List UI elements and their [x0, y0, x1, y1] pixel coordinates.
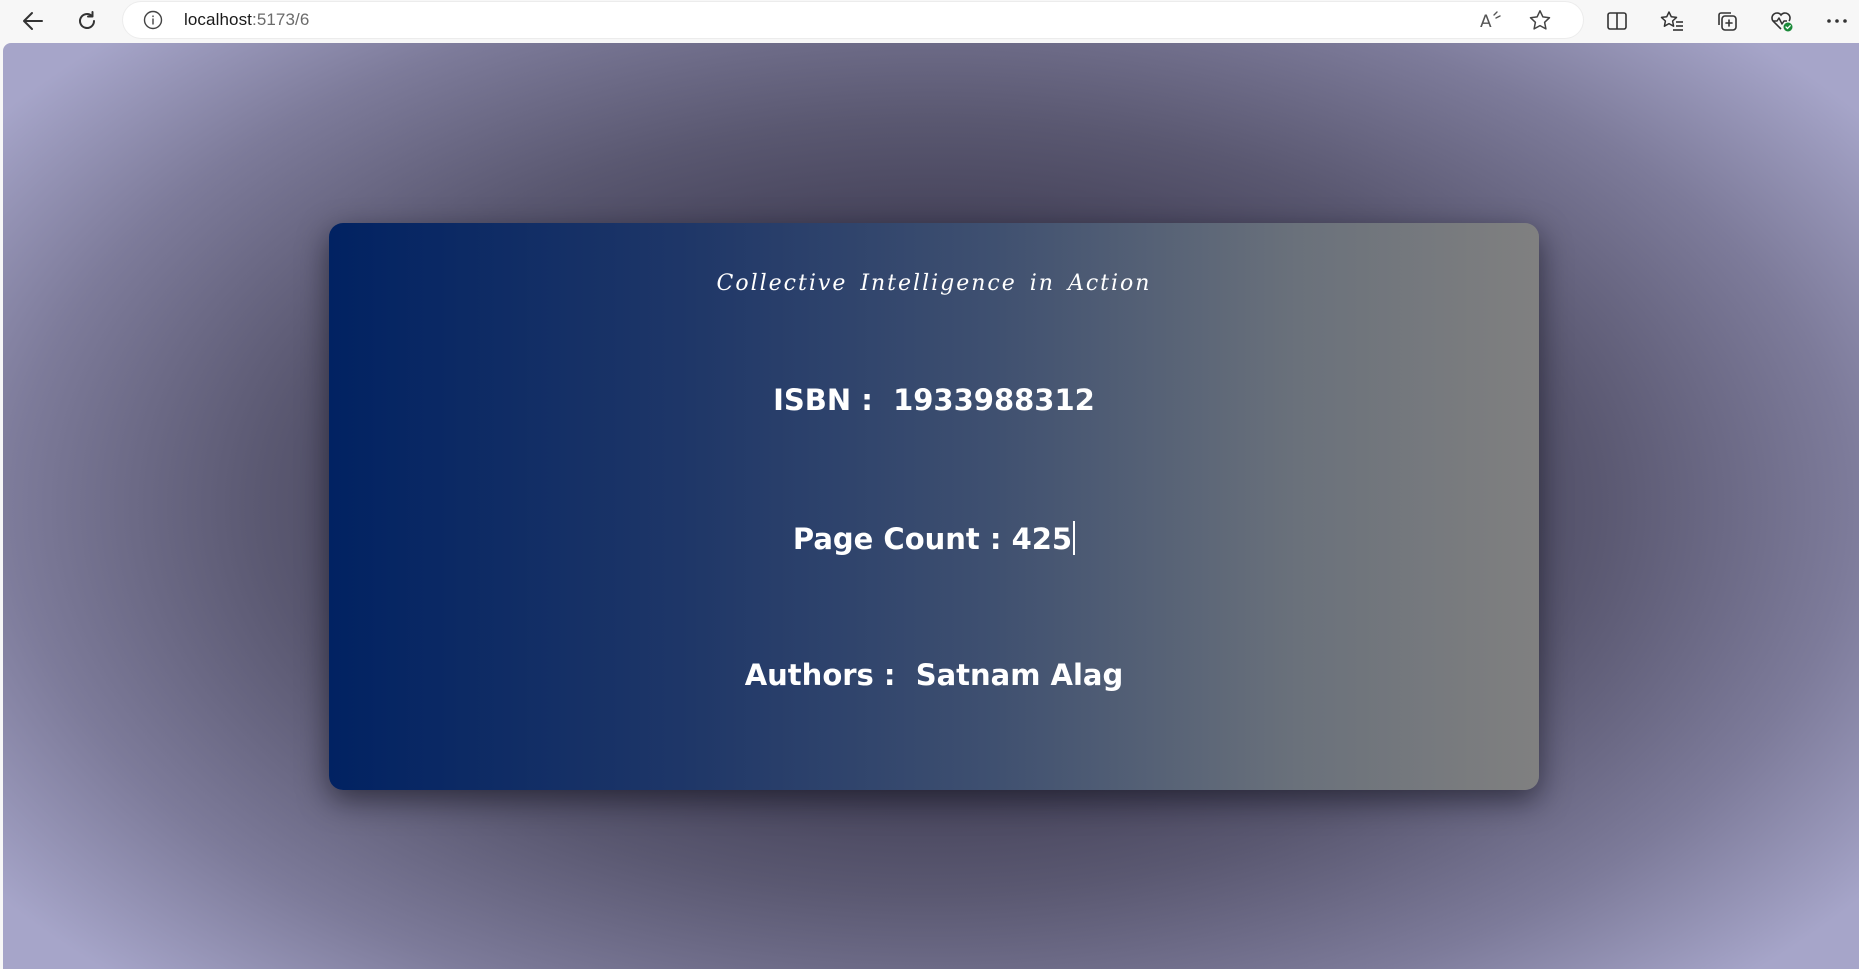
text-caret	[1073, 521, 1076, 555]
page-viewport: Collective Intelligence in Action ISBN :…	[3, 43, 1859, 969]
page-count-label: Page Count :	[792, 522, 1012, 556]
back-button[interactable]	[14, 3, 52, 39]
back-arrow-icon	[22, 11, 44, 31]
page-count-value: 425	[1011, 522, 1073, 556]
read-aloud-icon[interactable]: A	[1479, 9, 1503, 32]
favorites-button[interactable]	[1653, 3, 1691, 39]
book-title: Collective Intelligence in Action	[716, 271, 1152, 296]
authors-label: Authors :	[744, 658, 916, 692]
info-icon[interactable]	[143, 10, 163, 30]
browser-essentials-button[interactable]	[1763, 3, 1801, 39]
more-icon	[1826, 18, 1848, 24]
split-screen-icon	[1606, 11, 1628, 31]
url-path: :5173/6	[252, 10, 310, 29]
star-icon[interactable]	[1528, 9, 1552, 31]
isbn-value: 1933988312	[893, 383, 1095, 417]
url-text[interactable]: localhost:5173/6	[184, 2, 309, 38]
authors-value: Satnam Alag	[915, 658, 1124, 692]
isbn-line: ISBN : 1933988312	[329, 383, 1539, 417]
page-count-line: Page Count : 425	[329, 521, 1539, 556]
favorites-icon	[1660, 10, 1684, 32]
more-button[interactable]	[1818, 3, 1856, 39]
collections-button[interactable]	[1708, 3, 1746, 39]
authors-line: Authors : Satnam Alag	[329, 658, 1539, 692]
refresh-button[interactable]	[68, 3, 106, 39]
url-host: localhost	[184, 10, 252, 29]
split-screen-button[interactable]	[1598, 3, 1636, 39]
isbn-label: ISBN :	[773, 383, 894, 417]
svg-text:A: A	[1480, 12, 1492, 31]
browser-toolbar: localhost:5173/6 A	[0, 0, 1859, 42]
book-card: Collective Intelligence in Action ISBN :…	[329, 223, 1539, 790]
collections-icon	[1716, 10, 1738, 32]
address-bar[interactable]: localhost:5173/6 A	[123, 2, 1583, 38]
refresh-icon	[76, 10, 98, 32]
browser-essentials-icon	[1770, 10, 1794, 32]
